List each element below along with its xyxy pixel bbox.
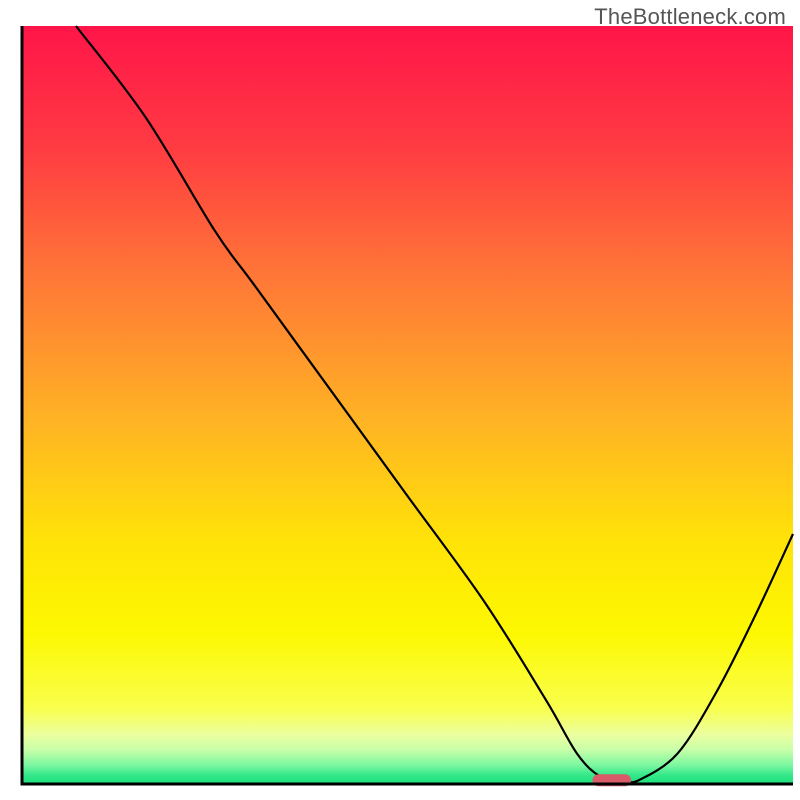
bottleneck-chart: TheBottleneck.com [0, 0, 800, 800]
watermark-label: TheBottleneck.com [594, 4, 786, 30]
plot-background [22, 26, 793, 784]
chart-svg [0, 0, 800, 800]
